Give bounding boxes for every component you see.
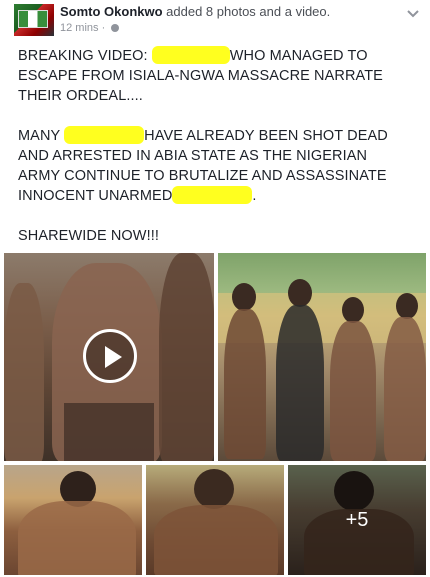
person-back — [154, 505, 278, 575]
person-head — [194, 469, 234, 509]
author-avatar[interactable] — [14, 4, 54, 36]
person-head — [342, 297, 364, 323]
author-line: Somto Okonkwo added 8 photos and a video… — [60, 4, 330, 19]
text-segment: WHO MANAGED TO — [229, 48, 368, 64]
text-segment: AND ARRESTED IN ABIA STATE AS THE NIGERI… — [18, 148, 368, 164]
video-thumbnail[interactable] — [4, 253, 214, 461]
redaction-highlight — [64, 126, 145, 144]
person-figure — [276, 305, 324, 461]
play-button[interactable] — [83, 329, 137, 383]
photo-thumbnail[interactable] — [4, 465, 142, 575]
post-header: Somto Okonkwo added 8 photos and a video… — [8, 2, 422, 36]
shorts-shape — [64, 403, 154, 461]
person-head — [232, 283, 256, 311]
person-figure — [224, 309, 266, 459]
post-meta: 12 mins · — [60, 22, 120, 34]
facebook-post: Somto Okonkwo added 8 photos and a video… — [0, 0, 430, 577]
flag-image — [18, 10, 48, 28]
post-action-text: added 8 photos and a video. — [162, 4, 331, 19]
text-segment: ESCAPE FROM ISIALA-NGWA MASSACRE NARRATE — [18, 68, 383, 84]
meta-separator: · — [98, 22, 109, 34]
globe-icon — [111, 24, 120, 33]
person-figure — [330, 321, 376, 461]
text-segment: . — [252, 188, 257, 204]
post-paragraph-2: MANY HAVE ALREADY BEEN SHOT DEAD AND ARR… — [18, 126, 418, 206]
post-body-text: BREAKING VIDEO: WHO MANAGED TO ESCAPE FR… — [18, 46, 418, 246]
person-head — [396, 293, 418, 319]
photo-thumbnail-more[interactable]: +5 — [288, 465, 426, 575]
photo-thumbnail[interactable] — [218, 253, 426, 461]
play-icon — [105, 346, 122, 368]
person-head — [288, 279, 312, 307]
person-figure — [384, 317, 426, 461]
person-figure — [159, 253, 214, 461]
text-segment: ARMY CONTINUE TO BRUTALIZE AND ASSASSINA… — [18, 168, 387, 184]
text-segment: HAVE ALREADY BEEN SHOT DEAD — [144, 128, 388, 144]
author-name-link[interactable]: Somto Okonkwo — [60, 4, 163, 19]
text-segment: BREAKING VIDEO: — [18, 48, 152, 64]
chevron-down-icon[interactable] — [406, 6, 420, 20]
person-figure — [4, 283, 44, 461]
person-back — [18, 501, 136, 575]
text-segment: THEIR ORDEAL.... — [18, 88, 143, 104]
more-photos-overlay[interactable]: +5 — [288, 465, 426, 575]
media-grid: +5 — [4, 253, 426, 575]
more-photos-count: +5 — [345, 509, 369, 531]
post-paragraph-1: BREAKING VIDEO: WHO MANAGED TO ESCAPE FR… — [18, 46, 418, 106]
post-timestamp[interactable]: 12 mins — [60, 22, 99, 34]
redaction-highlight — [172, 186, 253, 204]
text-segment: MANY — [18, 128, 65, 144]
text-segment: INNOCENT UNARMED — [18, 188, 173, 204]
photo-thumbnail[interactable] — [146, 465, 284, 575]
redaction-highlight — [151, 46, 230, 64]
post-paragraph-3: SHAREWIDE NOW!!! — [18, 228, 159, 244]
